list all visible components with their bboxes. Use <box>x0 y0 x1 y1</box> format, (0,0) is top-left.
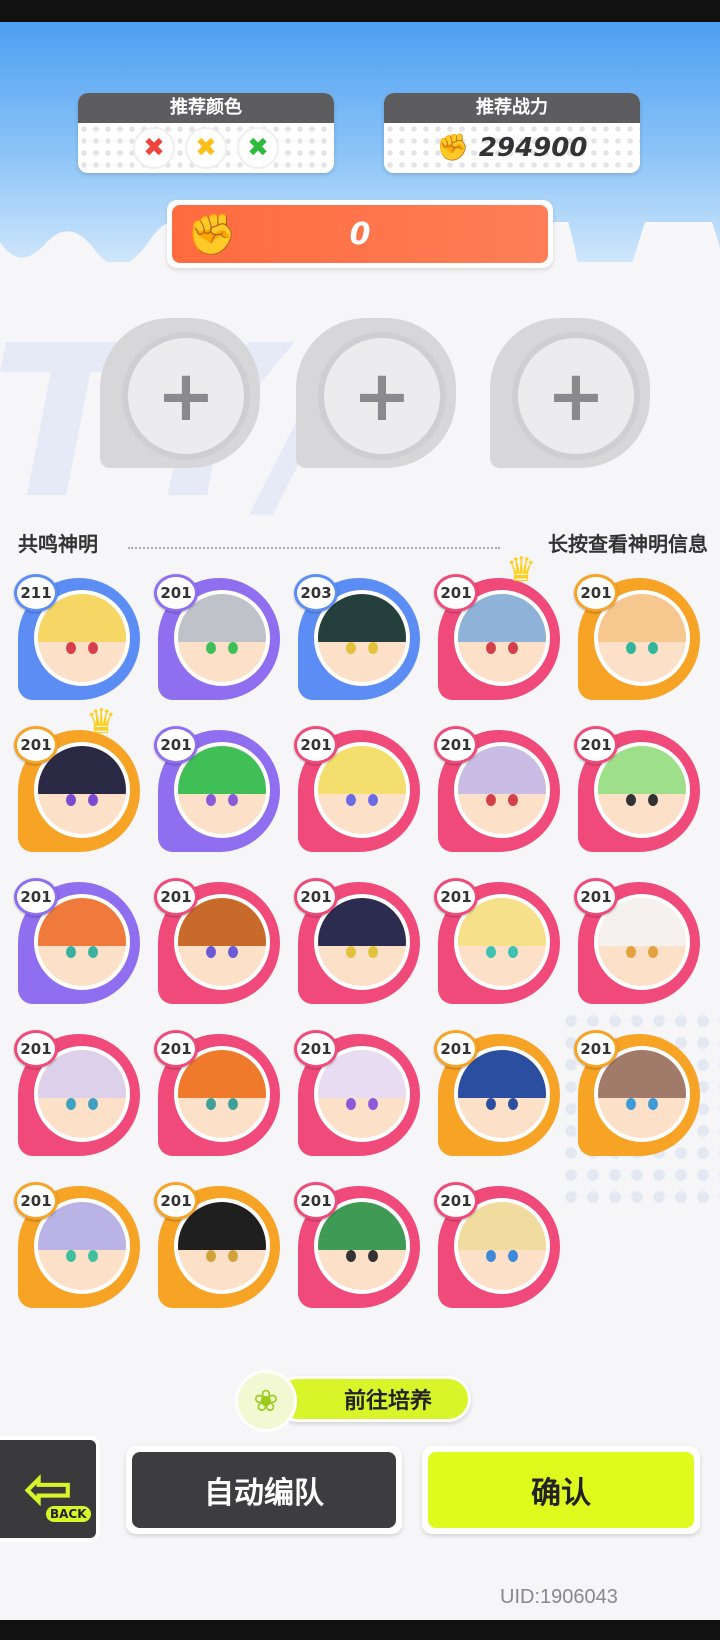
plus-icon: + <box>352 355 412 437</box>
hero-level-badge: 201 <box>154 878 198 916</box>
recommend-color-list: ✖ ✖ ✖ <box>78 123 334 173</box>
hero-level-badge: 201 <box>434 726 478 764</box>
hero-card[interactable]: 201 <box>14 876 144 1006</box>
crown-icon: ♛ <box>86 702 117 742</box>
hero-level-badge: 201 <box>294 726 338 764</box>
back-button[interactable]: ⇦ BACK <box>0 1436 100 1542</box>
hero-card[interactable]: 201 ♛ <box>434 550 564 702</box>
team-slot-frame: + <box>318 332 446 460</box>
team-slot-3[interactable]: + <box>490 318 650 468</box>
hero-level-badge: 201 <box>574 726 618 764</box>
status-bar <box>0 0 720 22</box>
hero-card[interactable]: 201 <box>154 876 284 1006</box>
hero-card[interactable]: 201 <box>294 1180 424 1310</box>
back-label: BACK <box>46 1506 91 1522</box>
hero-level-badge: 201 <box>14 726 58 764</box>
hero-level-badge: 203 <box>294 574 338 612</box>
hero-card[interactable]: 201 <box>434 724 564 854</box>
team-power-bar: ✊ 0 <box>167 200 553 268</box>
hero-level-badge: 201 <box>294 1030 338 1068</box>
recommend-color-panel: 推荐颜色 ✖ ✖ ✖ <box>78 93 334 173</box>
hero-card[interactable]: 201 <box>14 1028 144 1158</box>
user-id: UID:1906043 <box>500 1586 618 1608</box>
hero-card[interactable]: 201 <box>434 1180 564 1310</box>
hero-level-badge: 211 <box>14 574 58 612</box>
hero-card[interactable]: 201 <box>154 1180 284 1310</box>
hero-level-badge: 201 <box>574 574 618 612</box>
auto-team-label: 自动编队 <box>132 1452 396 1528</box>
hero-card[interactable]: 201 <box>294 876 424 1006</box>
hero-card[interactable]: 201 <box>574 724 704 854</box>
team-slot-frame: + <box>122 332 250 460</box>
hero-card[interactable]: 201 <box>294 1028 424 1158</box>
team-slot-frame: + <box>512 332 640 460</box>
hero-card[interactable]: 201 <box>574 876 704 1006</box>
hero-level-badge: 201 <box>574 1030 618 1068</box>
hero-level-badge: 201 <box>434 574 478 612</box>
hero-level-badge: 201 <box>434 1182 478 1220</box>
fist-icon: ✊ <box>187 211 237 258</box>
hero-card[interactable]: 201 ♛ <box>14 702 144 854</box>
auto-team-button[interactable]: 自动编队 <box>126 1446 402 1534</box>
team-slot-1[interactable]: + <box>100 318 260 468</box>
hero-card[interactable]: 203 <box>294 572 424 702</box>
hero-card[interactable]: 211 <box>14 572 144 702</box>
team-power-value: 0 <box>349 216 371 252</box>
hero-card[interactable]: 201 <box>154 1028 284 1158</box>
train-button[interactable]: 前往培养 ❀ <box>235 1370 475 1432</box>
recommend-power-label: 推荐战力 <box>384 93 640 123</box>
hero-card[interactable]: 201 <box>14 1180 144 1310</box>
hero-level-badge: 201 <box>154 1030 198 1068</box>
hero-level-badge: 201 <box>294 1182 338 1220</box>
hero-card[interactable]: 201 <box>154 572 284 702</box>
hero-level-badge: 201 <box>434 1030 478 1068</box>
green-color-icon: ✖ <box>237 127 279 169</box>
hero-card[interactable]: 201 <box>434 1028 564 1158</box>
hero-level-badge: 201 <box>294 878 338 916</box>
hero-card[interactable]: 201 <box>574 1028 704 1158</box>
fist-icon: ✊ <box>436 133 469 163</box>
hero-level-badge: 201 <box>434 878 478 916</box>
hero-level-badge: 201 <box>154 726 198 764</box>
section-title: 共鸣神明 <box>18 532 98 556</box>
navigation-bar <box>0 1620 720 1640</box>
hero-card[interactable]: 201 <box>574 572 704 702</box>
recommend-power-value: 294900 <box>478 133 588 163</box>
red-color-icon: ✖ <box>133 127 175 169</box>
plus-icon: + <box>546 355 606 437</box>
crown-icon: ♛ <box>506 550 537 590</box>
hero-level-badge: 201 <box>14 878 58 916</box>
recommend-color-label: 推荐颜色 <box>78 93 334 123</box>
section-hint: 长按查看神明信息 <box>548 532 708 556</box>
hero-card[interactable]: 201 <box>154 724 284 854</box>
hero-level-badge: 201 <box>14 1030 58 1068</box>
hero-level-badge: 201 <box>14 1182 58 1220</box>
hero-level-badge: 201 <box>574 878 618 916</box>
hero-card[interactable]: 201 <box>434 876 564 1006</box>
confirm-label: 确认 <box>428 1452 694 1528</box>
plus-icon: + <box>156 355 216 437</box>
train-label: 前往培养 <box>275 1376 471 1422</box>
hero-level-badge: 201 <box>154 1182 198 1220</box>
sprout-bird-icon: ❀ <box>235 1370 297 1432</box>
hero-card[interactable]: 201 <box>294 724 424 854</box>
section-divider <box>128 547 500 549</box>
recommend-power-panel: 推荐战力 ✊ 294900 <box>384 93 640 173</box>
yellow-color-icon: ✖ <box>185 127 227 169</box>
team-slot-2[interactable]: + <box>296 318 456 468</box>
confirm-button[interactable]: 确认 <box>422 1446 700 1534</box>
hero-level-badge: 201 <box>154 574 198 612</box>
